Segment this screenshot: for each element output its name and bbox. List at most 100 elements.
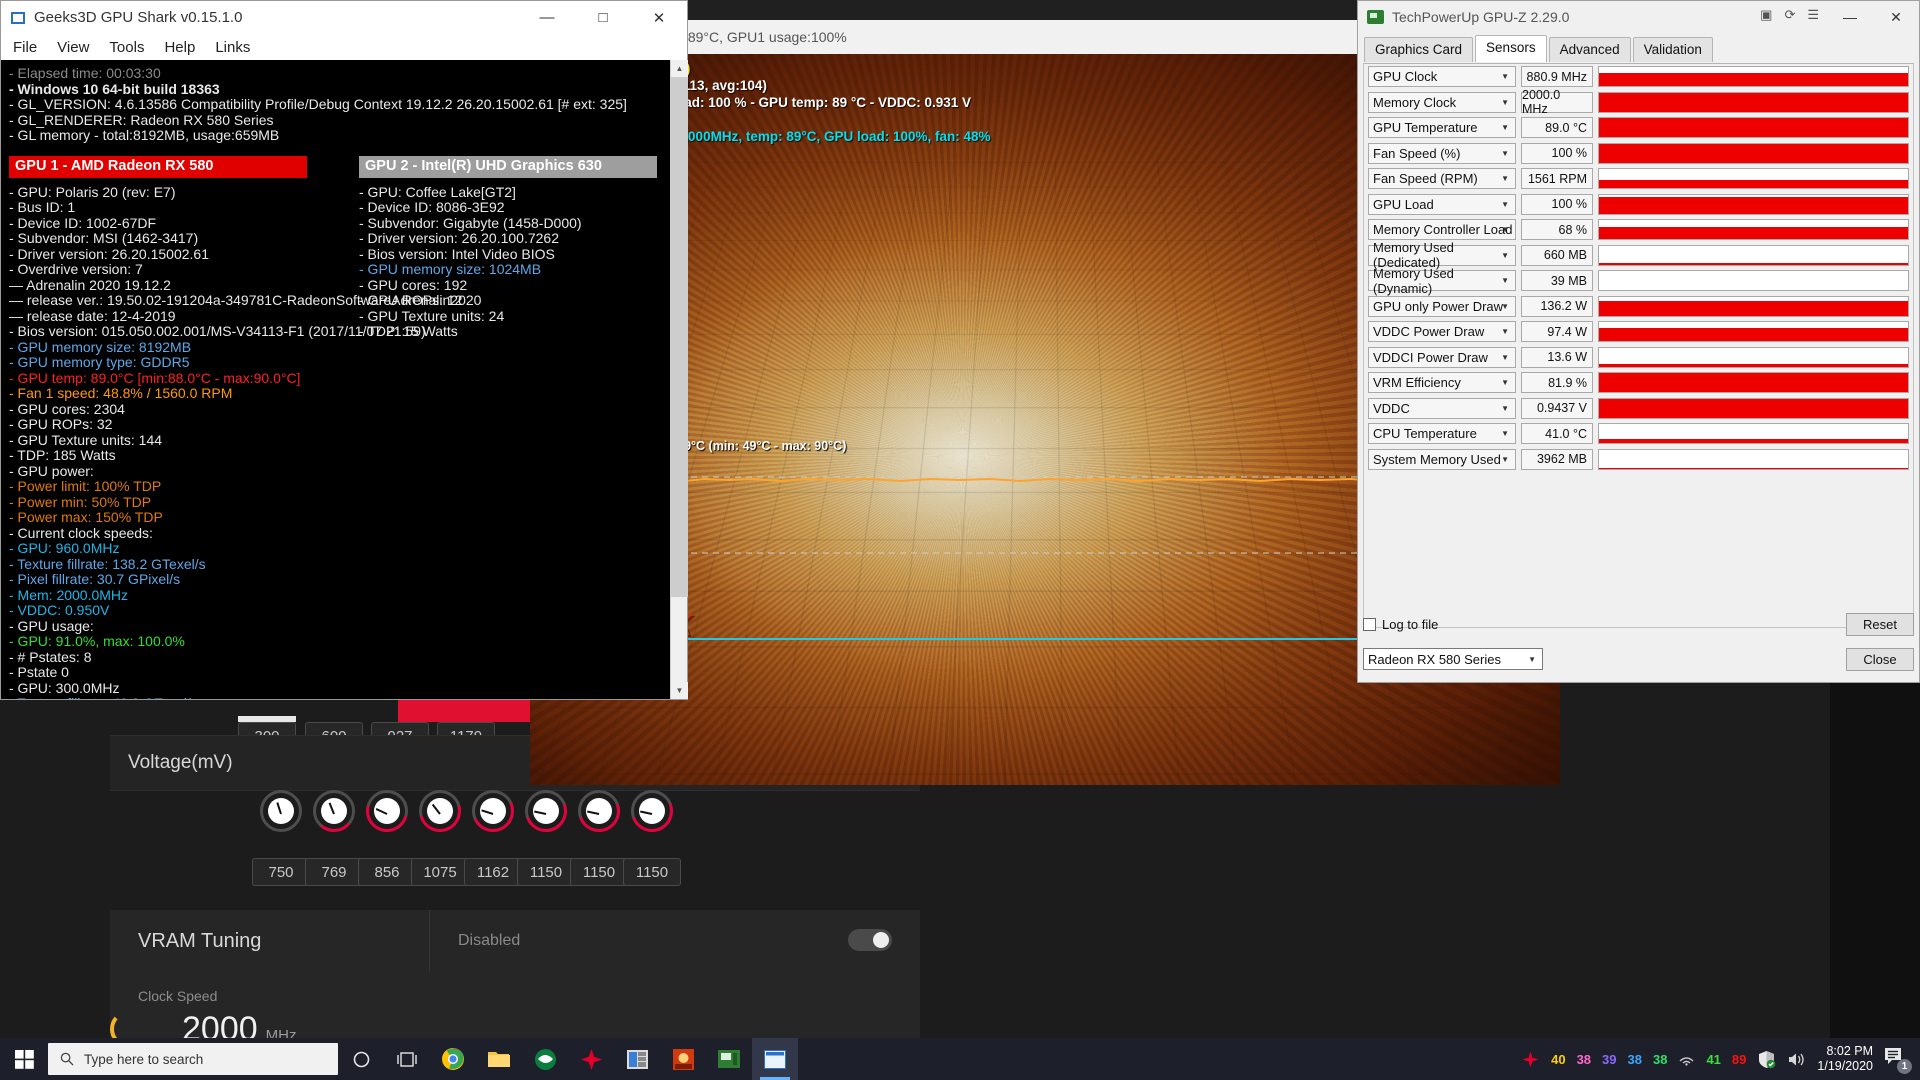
sensor-select[interactable]: Memory Used (Dedicated)▼ — [1368, 245, 1516, 266]
volume-icon[interactable] — [1787, 1051, 1806, 1068]
minimize-icon[interactable]: — — [1827, 1, 1873, 33]
sensor-name: VDDC — [1373, 401, 1410, 416]
minimize-icon[interactable]: — — [519, 1, 575, 34]
vram-tuning-toggle[interactable] — [848, 929, 892, 951]
voltage-value[interactable]: 1150 — [570, 858, 628, 886]
sensor-select[interactable]: VDDCI Power Draw▼ — [1368, 347, 1516, 368]
voltage-value[interactable]: 750 — [252, 858, 310, 886]
sensor-row: GPU Load▼ 100 % — [1364, 192, 1913, 218]
sensor-select[interactable]: Fan Speed (%)▼ — [1368, 143, 1516, 164]
radeon-settings-taskbar-icon[interactable] — [752, 1038, 798, 1080]
voltage-value[interactable]: 769 — [305, 858, 363, 886]
gpu-shark-scrollbar[interactable]: ▲ ▼ — [670, 60, 687, 699]
voltage-value[interactable]: 1150 — [517, 858, 575, 886]
sensor-select[interactable]: GPU only Power Draw▼ — [1368, 296, 1516, 317]
close-icon[interactable]: ✕ — [1873, 1, 1919, 33]
sensor-select[interactable]: VRM Efficiency▼ — [1368, 372, 1516, 393]
voltage-value[interactable]: 1075 — [411, 858, 469, 886]
tab-advanced[interactable]: Advanced — [1549, 37, 1631, 62]
menu-item-file[interactable]: File — [13, 39, 37, 56]
chrome-icon[interactable] — [430, 1038, 476, 1080]
afterburner-tray-icon[interactable] — [1521, 1050, 1540, 1069]
gpu1-line: - Bios version: 015.050.002.001/MS-V3411… — [9, 324, 369, 340]
voltage-knob[interactable] — [313, 790, 355, 832]
voltage-knob[interactable] — [631, 790, 673, 832]
menu-item-help[interactable]: Help — [164, 39, 195, 56]
sensor-select[interactable]: Memory Controller Load▼ — [1368, 219, 1516, 240]
sensor-name: Memory Controller Load — [1373, 222, 1512, 237]
vram-tuning-title: VRAM Tuning — [110, 910, 430, 972]
tab-sensors[interactable]: Sensors — [1475, 35, 1547, 62]
voltage-value[interactable]: 1150 — [623, 858, 681, 886]
close-button[interactable]: Close — [1846, 648, 1914, 671]
sensor-select[interactable]: System Memory Used▼ — [1368, 449, 1516, 470]
scroll-up-icon[interactable]: ▲ — [671, 60, 688, 77]
sensor-name: VDDCI Power Draw — [1373, 350, 1488, 365]
gpu2-line: - Subvendor: Gigabyte (1458-D000) — [359, 216, 687, 232]
log-to-file-checkbox[interactable] — [1363, 618, 1376, 631]
clock[interactable]: 8:02 PM 1/19/2020 — [1817, 1044, 1873, 1074]
sensor-select[interactable]: GPU Temperature▼ — [1368, 117, 1516, 138]
menu-item-links[interactable]: Links — [215, 39, 250, 56]
sensor-select[interactable]: Memory Clock▼ — [1368, 92, 1516, 113]
voltage-knob[interactable] — [472, 790, 514, 832]
refresh-icon[interactable]: ⟳ — [1784, 7, 1795, 23]
menu-item-tools[interactable]: Tools — [109, 39, 144, 56]
tab-graphics-card[interactable]: Graphics Card — [1364, 37, 1473, 62]
sensor-graph — [1598, 245, 1909, 266]
sensor-graph — [1598, 347, 1909, 368]
sensor-select[interactable]: Memory Used (Dynamic)▼ — [1368, 270, 1516, 291]
sensor-value: 68 % — [1521, 219, 1593, 240]
window-controls: — □ ✕ — [519, 1, 687, 34]
sensor-name: VDDC Power Draw — [1373, 324, 1484, 339]
gpu-shark-title-text: Geeks3D GPU Shark v0.15.1.0 — [34, 9, 242, 26]
voltage-knob[interactable] — [525, 790, 567, 832]
sensor-select[interactable]: GPU Clock▼ — [1368, 66, 1516, 87]
tab-validation[interactable]: Validation — [1633, 37, 1713, 62]
gpu2-line: - Device ID: 8086-3E92 — [359, 200, 687, 216]
file-explorer-icon[interactable] — [476, 1038, 522, 1080]
voltage-knob[interactable] — [260, 790, 302, 832]
scrollbar-thumb[interactable] — [671, 77, 688, 597]
gpu2-header: GPU 2 - Intel(R) UHD Graphics 630 — [359, 156, 657, 178]
security-shield-icon[interactable] — [1757, 1050, 1776, 1069]
voltage-knob[interactable] — [366, 790, 408, 832]
gpuz-taskbar-icon[interactable] — [706, 1038, 752, 1080]
sensor-select[interactable]: GPU Load▼ — [1368, 194, 1516, 215]
voltage-value[interactable]: 856 — [358, 858, 416, 886]
search-input[interactable]: Type here to search — [48, 1043, 338, 1075]
voltage-knob[interactable] — [419, 790, 461, 832]
voltage-value[interactable]: 1162 — [464, 858, 522, 886]
sensor-select[interactable]: CPU Temperature▼ — [1368, 423, 1516, 444]
chevron-down-icon: ▼ — [1501, 200, 1509, 209]
gpu-shark-taskbar-icon[interactable] — [614, 1038, 660, 1080]
gpu1-line: — release ver.: 19.50.02-191204a-349781C… — [9, 293, 369, 309]
app-green-icon[interactable] — [522, 1038, 568, 1080]
sensor-row: VDDC▼ 0.9437 V — [1364, 396, 1913, 422]
task-view-icon[interactable] — [384, 1038, 430, 1080]
msi-afterburner-icon[interactable] — [568, 1038, 614, 1080]
close-icon[interactable]: ✕ — [631, 1, 687, 34]
maximize-icon[interactable]: □ — [575, 1, 631, 34]
gpu-shark-window[interactable]: Geeks3D GPU Shark v0.15.1.0 — □ ✕ File V… — [0, 0, 688, 700]
cortana-icon[interactable] — [338, 1038, 384, 1080]
menu-item-view[interactable]: View — [57, 39, 89, 56]
reset-button[interactable]: Reset — [1846, 613, 1914, 636]
sensor-select[interactable]: VDDC▼ — [1368, 398, 1516, 419]
voltage-knob[interactable] — [578, 790, 620, 832]
menu-icon[interactable]: ☰ — [1807, 7, 1819, 23]
gpu1-line: - Power limit: 100% TDP — [9, 479, 369, 495]
camera-icon[interactable]: ▣ — [1760, 7, 1772, 23]
chevron-down-icon: ▼ — [1501, 455, 1509, 464]
start-button[interactable] — [0, 1038, 48, 1080]
scroll-down-icon[interactable]: ▼ — [671, 682, 688, 699]
notifications-button[interactable]: 1 — [1884, 1047, 1910, 1071]
sensor-select[interactable]: VDDC Power Draw▼ — [1368, 321, 1516, 342]
wifi-icon[interactable] — [1678, 1052, 1695, 1066]
sensor-value: 100 % — [1521, 194, 1593, 215]
device-select[interactable]: Radeon RX 580 Series ▼ — [1363, 648, 1543, 670]
sensor-name: Memory Clock — [1373, 95, 1456, 110]
sensor-select[interactable]: Fan Speed (RPM)▼ — [1368, 168, 1516, 189]
gpu-z-window[interactable]: TechPowerUp GPU-Z 2.29.0 — ✕ ▣ ⟳ ☰ Graph… — [1357, 0, 1920, 683]
furmark-taskbar-icon[interactable] — [660, 1038, 706, 1080]
